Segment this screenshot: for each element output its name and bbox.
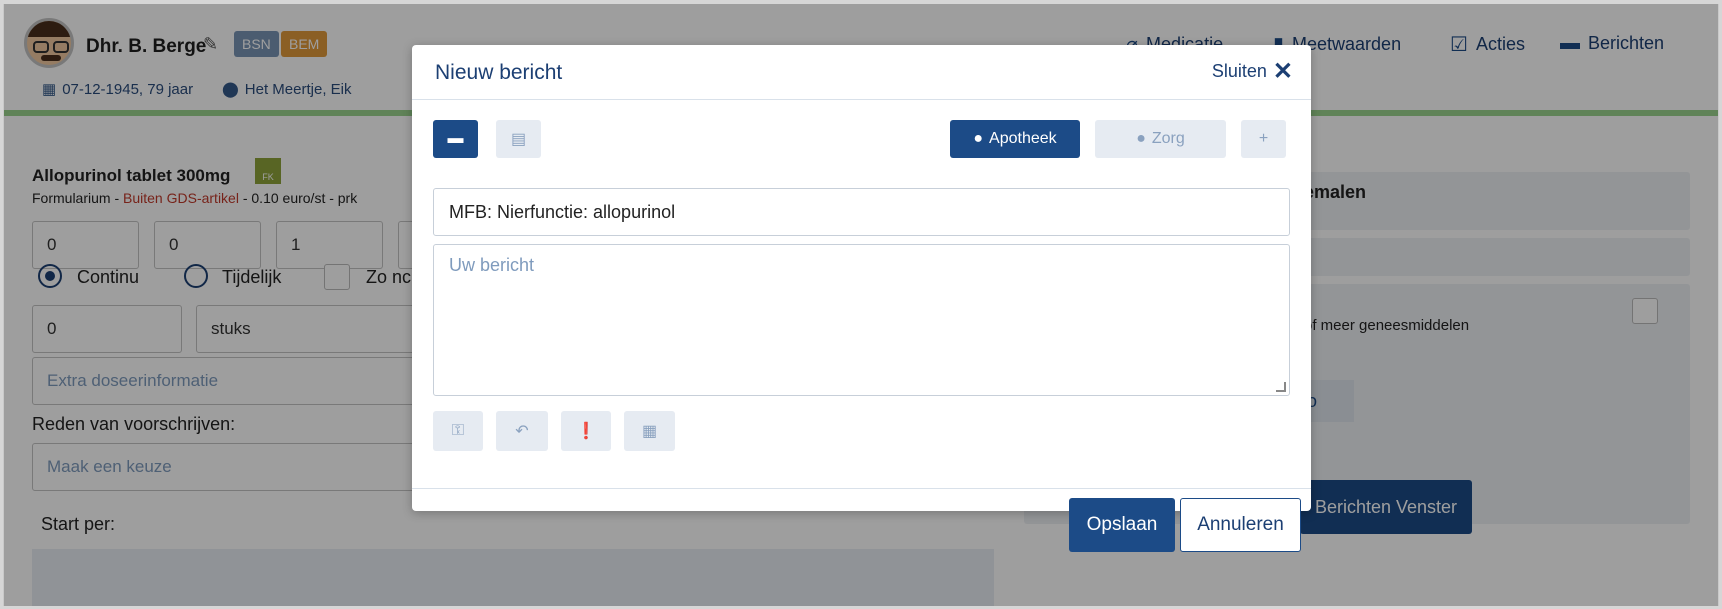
recipient-apotheek-label: Apotheek (989, 130, 1057, 147)
calendar-button[interactable]: ▦ (624, 411, 675, 451)
recipient-zorg-label: Zorg (1151, 130, 1185, 147)
resize-handle[interactable] (1276, 382, 1286, 392)
cancel-button[interactable]: Annuleren (1180, 498, 1301, 552)
calendar-icon: ▦ (641, 423, 658, 440)
dialog-footer-divider (412, 488, 1311, 489)
message-placeholder: Uw bericht (449, 255, 535, 275)
exclamation-icon: ❗ (576, 423, 596, 440)
reply-all-icon: ↶ (515, 423, 529, 440)
recipient-apotheek-button[interactable]: ● Apotheek (950, 120, 1080, 158)
note-type-button[interactable]: ▤ (496, 120, 541, 158)
recipient-zorg-button[interactable]: ● Zorg (1095, 120, 1226, 158)
dialog-title: Nieuw bericht (435, 61, 563, 84)
reply-all-button[interactable]: ↶ (496, 411, 548, 451)
message-textarea[interactable]: Uw bericht (433, 244, 1290, 396)
new-message-dialog: Nieuw bericht Sluiten ✕ ▬ ▤ ● Apotheek ● Zo… (412, 45, 1311, 511)
add-recipient-button[interactable]: + (1241, 120, 1286, 158)
chat-type-button[interactable]: ▬ (433, 120, 478, 158)
dialog-header: Nieuw bericht Sluiten ✕ (412, 45, 1311, 100)
key-icon: ⚿ (451, 422, 465, 439)
save-button[interactable]: Opslaan (1069, 498, 1175, 552)
close-label: Sluiten (1211, 61, 1267, 81)
users-icon: ● (1136, 130, 1146, 147)
comments-icon: ▬ (447, 130, 464, 147)
priority-button[interactable]: ❗ (561, 411, 611, 451)
app-window: Dhr. B. Berge ✎ BSN BEM ▦ 07-12-1945, 79 … (3, 4, 1719, 606)
close-icon: ✕ (1272, 57, 1293, 85)
close-button[interactable]: Sluiten ✕ (1211, 57, 1293, 85)
user-icon: ● (973, 130, 984, 147)
key-button[interactable]: ⚿ (433, 411, 483, 451)
subject-input[interactable]: MFB: Nierfunctie: allopurinol (433, 188, 1290, 236)
note-icon: ▤ (510, 131, 527, 148)
